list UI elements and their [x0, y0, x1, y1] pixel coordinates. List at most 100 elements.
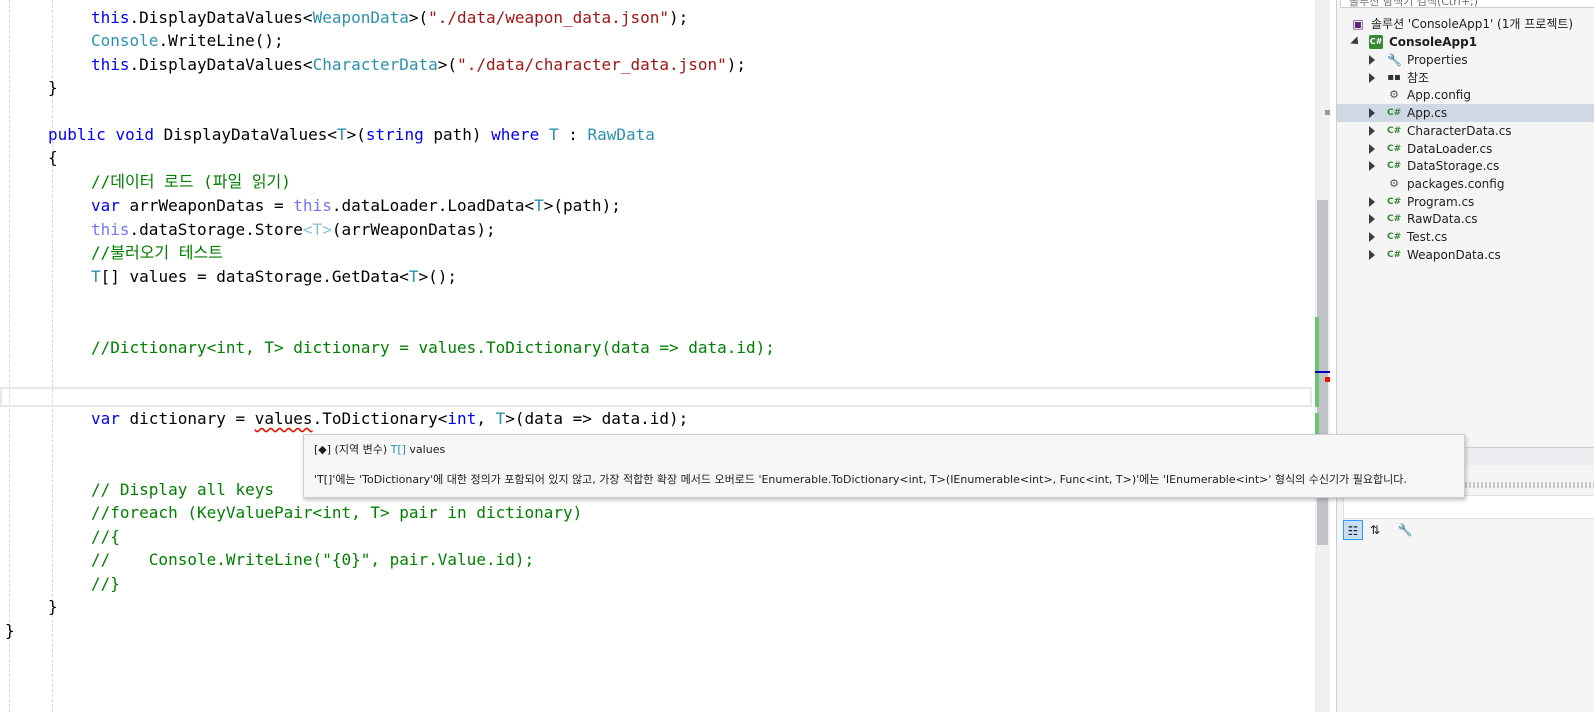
code-line[interactable]: T[] values = dataStorage.GetData<T>();	[91, 266, 457, 288]
code-token: //foreach (KeyValuePair<int, T> pair in …	[91, 503, 583, 522]
code-line[interactable]: //foreach (KeyValuePair<int, T> pair in …	[91, 502, 582, 524]
tree-item-label: DataLoader.cs	[1407, 141, 1493, 156]
config-file-icon: ⚙	[1389, 176, 1399, 190]
expand-arrow-icon[interactable]	[1369, 161, 1375, 172]
tree-item[interactable]: ⚙ packages.config	[1337, 175, 1594, 193]
expand-arrow-icon[interactable]	[1369, 196, 1375, 207]
tree-item[interactable]: C# Test.cs	[1337, 228, 1594, 246]
project-label: ConsoleApp1	[1389, 35, 1478, 49]
code-token: .dataLoader.LoadData<	[331, 196, 535, 215]
property-pages-icon[interactable]: 🔧	[1395, 520, 1415, 540]
code-token: >(	[408, 8, 429, 27]
code-token: var	[91, 196, 120, 215]
error-squiggle-token: values	[254, 409, 313, 428]
code-line[interactable]: }	[48, 77, 58, 99]
code-line[interactable]: // Display all keys	[91, 479, 274, 501]
properties-object-selector[interactable]	[1343, 495, 1594, 519]
expand-arrow-icon[interactable]	[1369, 72, 1375, 83]
code-line[interactable]: //데이터 로드 (파일 읽기)	[91, 171, 291, 193]
code-line[interactable]: //{	[91, 526, 120, 548]
tree-item-label: RawData.cs	[1407, 212, 1478, 227]
code-token: T	[548, 125, 559, 144]
expand-arrow-icon[interactable]	[1369, 214, 1375, 225]
csharp-project-icon: C#	[1369, 35, 1383, 49]
code-line[interactable]: //Dictionary<int, T> dictionary = values…	[91, 337, 775, 359]
solution-search-input[interactable]: 솔루션 탐색기 검색(Ctrl+;)	[1340, 0, 1594, 8]
code-token: where	[491, 125, 540, 144]
tooltip-variable-name: values	[409, 443, 446, 456]
tooltip-type: T[]	[390, 443, 406, 456]
collapse-arrow-icon[interactable]	[1350, 36, 1362, 48]
code-line[interactable]: var arrWeaponDatas = this.dataLoader.Loa…	[91, 195, 621, 217]
code-line[interactable]: this.dataStorage.Store<T>(arrWeaponDatas…	[91, 219, 496, 241]
code-line[interactable]: {	[48, 147, 58, 169]
code-token: WeaponData	[312, 8, 409, 27]
indent-guide	[9, 0, 10, 712]
code-token: void	[115, 125, 154, 144]
code-token: RawData	[587, 125, 655, 144]
expand-arrow-icon[interactable]	[1369, 125, 1375, 136]
tree-item-label: DataStorage.cs	[1407, 159, 1500, 174]
properties-grid	[1337, 545, 1594, 712]
code-line[interactable]: // Console.WriteLine("{0}", pair.Value.i…	[91, 549, 534, 571]
code-line[interactable]: this.DisplayDataValues<CharacterData>(".…	[91, 54, 746, 76]
code-line[interactable]: }	[5, 620, 15, 642]
code-token: >();	[418, 267, 458, 286]
code-editor[interactable]: this.DisplayDataValues<WeaponData>("./da…	[0, 0, 1315, 712]
code-line[interactable]: //}	[91, 573, 120, 595]
code-token: // Display all keys	[91, 480, 275, 499]
tree-item[interactable]: ▪▪ 참조	[1337, 69, 1594, 87]
expand-arrow-icon[interactable]	[1369, 108, 1375, 119]
tree-item-label: 참조	[1407, 70, 1430, 85]
code-line[interactable]: var dictionary = values.ToDictionary<int…	[91, 408, 688, 430]
wrench-icon: 🔧	[1387, 53, 1402, 67]
csharp-file-icon: C#	[1387, 108, 1402, 119]
expand-arrow-icon[interactable]	[1369, 232, 1375, 242]
code-line[interactable]: Console.WriteLine();	[91, 30, 284, 52]
tree-item[interactable]: C# DataStorage.cs	[1337, 157, 1594, 175]
code-line[interactable]: }	[48, 596, 58, 618]
tree-item[interactable]: C# DataLoader.cs	[1337, 140, 1594, 158]
csharp-file-icon: C#	[1387, 161, 1402, 172]
code-token: Console	[91, 31, 159, 50]
csharp-file-icon: C#	[1387, 232, 1402, 242]
tree-item[interactable]: 🔧 Properties	[1337, 51, 1594, 69]
code-token: <T>	[302, 220, 332, 239]
tooltip-error-message: 'T[]'에는 'ToDictionary'에 대한 정의가 포함되어 있지 않…	[314, 473, 1407, 486]
code-line[interactable]: public void DisplayDataValues<T>(string …	[48, 124, 655, 146]
csharp-file-icon: C#	[1387, 249, 1402, 260]
tree-item-label: App.cs	[1407, 106, 1448, 121]
expand-arrow-icon[interactable]	[1369, 55, 1375, 65]
categorized-view-icon[interactable]: ☷	[1343, 520, 1363, 540]
code-token: DisplayDataValues<	[153, 125, 337, 144]
alphabetical-sort-icon[interactable]: ⇅	[1365, 520, 1385, 540]
tree-item[interactable]: C# Program.cs	[1337, 193, 1594, 211]
code-token: this	[293, 196, 332, 215]
tree-item[interactable]: C# CharacterData.cs	[1337, 122, 1594, 140]
expand-arrow-icon[interactable]	[1369, 249, 1375, 260]
code-token: //{	[91, 527, 120, 546]
code-line[interactable]: this.DisplayDataValues<WeaponData>("./da…	[91, 7, 688, 29]
code-token: this	[91, 220, 130, 239]
local-variable-icon: [◆]	[314, 443, 332, 456]
tree-item[interactable]: C# RawData.cs	[1337, 210, 1594, 228]
editor-vertical-scrollbar[interactable]	[1315, 0, 1330, 712]
code-token: //불러오기 테스트	[91, 243, 223, 262]
tree-item-label: Program.cs	[1407, 194, 1475, 209]
tree-item[interactable]: C# App.cs	[1337, 104, 1594, 123]
code-token: .DisplayDataValues<	[129, 55, 313, 74]
code-line[interactable]: //불러오기 테스트	[91, 242, 223, 264]
split-handle[interactable]	[1325, 110, 1330, 115]
tree-item[interactable]: ⚙ App.config	[1337, 86, 1594, 104]
code-token: //데이터 로드 (파일 읽기)	[91, 172, 291, 191]
code-token: .WriteLine();	[158, 31, 284, 50]
tree-solution-node[interactable]: ▣ 솔루션 'ConsoleApp1' (1개 프로젝트)	[1337, 15, 1594, 33]
code-token: {	[48, 148, 58, 167]
tree-project-node[interactable]: C# ConsoleApp1	[1337, 33, 1594, 51]
code-token: );	[726, 55, 747, 74]
tree-item[interactable]: C# WeaponData.cs	[1337, 246, 1594, 264]
tree-item-label: Properties	[1407, 53, 1468, 67]
expand-arrow-icon[interactable]	[1369, 143, 1375, 154]
error-marker[interactable]	[1325, 377, 1330, 382]
